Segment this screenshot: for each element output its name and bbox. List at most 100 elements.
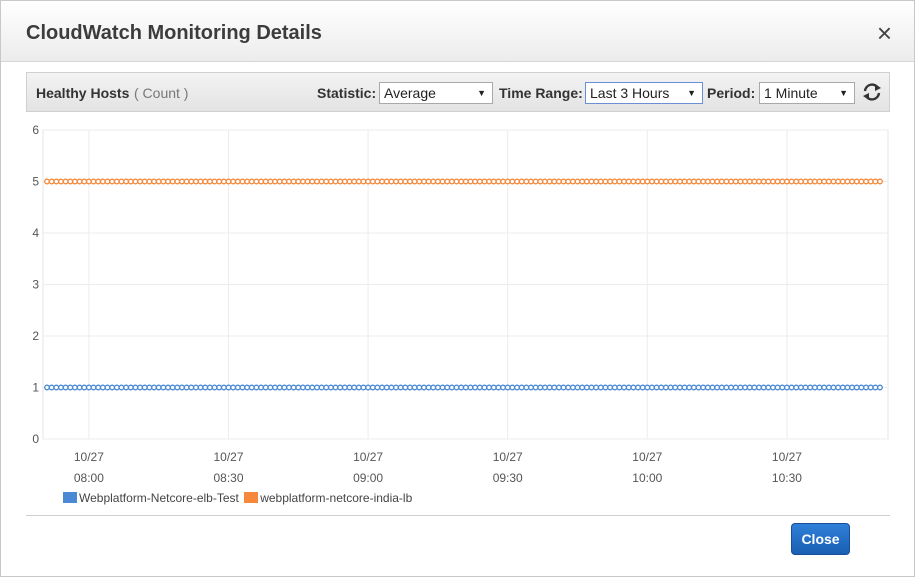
series-point bbox=[127, 384, 134, 391]
x-tick-date: 10/27 bbox=[493, 450, 523, 464]
series-point bbox=[411, 384, 418, 391]
series-point bbox=[225, 178, 232, 185]
close-icon[interactable]: × bbox=[877, 20, 892, 46]
series-point bbox=[272, 178, 278, 185]
series-point bbox=[202, 178, 209, 185]
series-point bbox=[137, 384, 144, 391]
series-point bbox=[253, 384, 260, 391]
series-point bbox=[514, 384, 520, 391]
series-point bbox=[476, 178, 483, 185]
y-tick-label: 2 bbox=[32, 329, 39, 343]
series-point bbox=[779, 178, 786, 185]
series-point bbox=[262, 384, 269, 391]
series-point bbox=[560, 178, 567, 185]
series-point bbox=[551, 384, 558, 391]
series-point bbox=[616, 178, 623, 185]
series-point bbox=[872, 178, 879, 185]
time-range-select[interactable]: Last 3 Hours ▼ bbox=[585, 82, 703, 104]
series-point bbox=[863, 384, 869, 391]
series-point bbox=[718, 384, 725, 391]
period-select[interactable]: 1 Minute ▼ bbox=[759, 82, 855, 104]
series-point bbox=[369, 384, 376, 391]
series-point bbox=[253, 178, 260, 185]
series-point bbox=[793, 384, 800, 391]
close-button[interactable]: Close bbox=[791, 523, 850, 555]
statistic-select[interactable]: Average ▼ bbox=[379, 82, 493, 104]
period-select-value: 1 Minute bbox=[764, 85, 818, 101]
series-point bbox=[569, 384, 576, 391]
series-point bbox=[672, 384, 679, 391]
series-point bbox=[48, 384, 55, 391]
series-point bbox=[807, 178, 814, 185]
series-point bbox=[802, 178, 809, 185]
series-point bbox=[676, 384, 683, 391]
series-point bbox=[216, 178, 223, 185]
series-point bbox=[346, 178, 353, 185]
series-point bbox=[877, 178, 883, 185]
series-point bbox=[430, 178, 437, 185]
series-point bbox=[588, 384, 595, 391]
y-tick-label: 3 bbox=[32, 278, 39, 292]
series-point bbox=[174, 178, 181, 185]
series-point bbox=[695, 384, 702, 391]
series-point bbox=[728, 384, 735, 391]
series-point bbox=[472, 178, 479, 185]
series-point bbox=[858, 178, 865, 185]
series-point bbox=[853, 178, 860, 185]
series-point bbox=[560, 384, 567, 391]
series-point bbox=[141, 384, 148, 391]
series-point bbox=[821, 178, 828, 185]
series-point bbox=[472, 384, 479, 391]
series-point bbox=[774, 178, 781, 185]
series-point bbox=[462, 384, 469, 391]
series-point bbox=[76, 384, 83, 391]
series-point bbox=[746, 384, 753, 391]
series-point bbox=[877, 384, 883, 391]
series-point bbox=[179, 178, 185, 185]
series-point bbox=[811, 384, 818, 391]
legend-item: Webplatform-Netcore-elb-Test bbox=[63, 491, 239, 505]
series-point bbox=[397, 384, 404, 391]
series-point bbox=[276, 384, 283, 391]
series-point bbox=[732, 178, 739, 185]
series-point bbox=[62, 178, 69, 185]
series-point bbox=[332, 384, 339, 391]
series-point bbox=[62, 384, 69, 391]
series-point bbox=[453, 178, 460, 185]
series-point bbox=[58, 384, 64, 391]
series-point bbox=[602, 384, 609, 391]
series-point bbox=[146, 384, 153, 391]
series-point bbox=[541, 178, 548, 185]
refresh-icon[interactable] bbox=[861, 81, 883, 103]
series-point bbox=[611, 384, 618, 391]
series-point bbox=[746, 178, 753, 185]
series-point bbox=[616, 384, 623, 391]
series-point bbox=[686, 178, 693, 185]
chart-svg: 0 1 2 3 4 5 6 10/27 08:00 10/27 08:30 10/27 09:00 10/… bbox=[32, 123, 889, 485]
series-point bbox=[500, 384, 507, 391]
series-point bbox=[853, 384, 860, 391]
series-point bbox=[863, 178, 869, 185]
series-point bbox=[797, 178, 804, 185]
series-point bbox=[700, 384, 707, 391]
series-point bbox=[290, 384, 297, 391]
series-point bbox=[486, 384, 493, 391]
legend-label: Webplatform-Netcore-elb-Test bbox=[79, 491, 239, 505]
series-point bbox=[197, 384, 204, 391]
series-point bbox=[555, 384, 562, 391]
series-point bbox=[318, 178, 325, 185]
series-point bbox=[304, 384, 311, 391]
x-tick-time: 10:30 bbox=[772, 471, 802, 485]
series-point bbox=[123, 384, 130, 391]
series-point bbox=[765, 384, 772, 391]
series-point bbox=[849, 178, 856, 185]
series-point bbox=[388, 384, 395, 391]
series-point bbox=[495, 384, 502, 391]
metric-name: Healthy Hosts bbox=[36, 85, 130, 101]
series-point bbox=[327, 178, 334, 185]
series-point bbox=[327, 384, 334, 391]
series-point bbox=[621, 178, 628, 185]
series-point bbox=[565, 178, 572, 185]
series-point bbox=[220, 178, 227, 185]
series-point bbox=[737, 384, 744, 391]
